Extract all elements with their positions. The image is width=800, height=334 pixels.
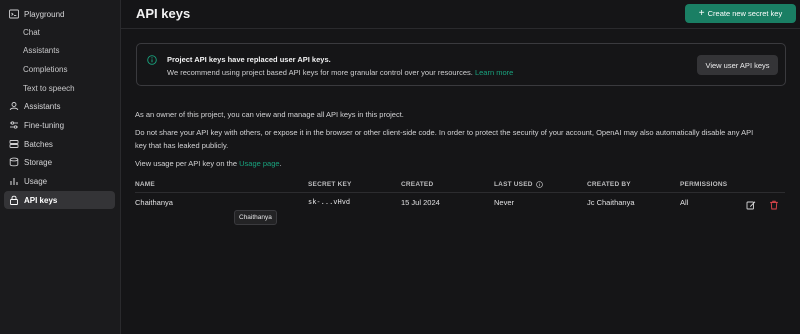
cell-created: 15 Jul 2024 bbox=[401, 198, 440, 207]
lock-icon bbox=[9, 195, 19, 205]
sidebar-item-label: Text to speech bbox=[23, 83, 75, 93]
batches-icon bbox=[9, 139, 19, 149]
sidebar-item-usage[interactable]: Usage bbox=[4, 172, 115, 190]
usage-note-prefix: View usage per API key on the bbox=[135, 159, 238, 168]
sidebar-item-assistants-playground[interactable]: Assistants bbox=[4, 41, 115, 59]
column-header-last-used: LAST USED bbox=[494, 181, 543, 188]
cell-last-used: Never bbox=[494, 198, 515, 207]
security-warning: Do not share your API key with others, o… bbox=[135, 126, 775, 152]
create-secret-key-button[interactable]: + Create new secret key bbox=[685, 4, 796, 23]
column-header-last-used-label: LAST USED bbox=[494, 181, 533, 188]
view-user-api-keys-button[interactable]: View user API keys bbox=[697, 55, 778, 75]
tuning-icon bbox=[9, 120, 19, 130]
sidebar-item-label: Assistants bbox=[23, 45, 60, 55]
sidebar-item-batches[interactable]: Batches bbox=[4, 135, 115, 153]
notice-title: Project API keys have replaced user API … bbox=[167, 55, 331, 64]
main-content: API keys + Create new secret key Project… bbox=[121, 0, 800, 334]
cell-name: Chaithanya bbox=[135, 198, 173, 207]
cell-permissions: All bbox=[680, 198, 689, 207]
column-header-created: CREATED bbox=[401, 181, 434, 188]
usage-page-link[interactable]: Usage page bbox=[239, 159, 279, 168]
sidebar-item-chat[interactable]: Chat bbox=[4, 23, 115, 41]
notice-body-text: We recommend using project based API key… bbox=[167, 68, 473, 77]
sidebar-item-label: Batches bbox=[24, 139, 53, 149]
security-warning-line-1: Do not share your API key with others, o… bbox=[135, 128, 754, 137]
security-warning-line-2: key that has leaked publicly. bbox=[135, 141, 229, 150]
header-divider bbox=[121, 28, 800, 29]
column-header-created-by: CREATED BY bbox=[587, 181, 631, 188]
usage-icon bbox=[9, 176, 19, 186]
assistant-icon bbox=[9, 101, 19, 111]
sidebar-item-label: Playground bbox=[24, 9, 65, 19]
plus-icon: + bbox=[698, 7, 705, 19]
sidebar-item-fine-tuning[interactable]: Fine-tuning bbox=[4, 116, 115, 134]
sidebar-item-storage[interactable]: Storage bbox=[4, 153, 115, 171]
sidebar-item-label: Assistants bbox=[24, 101, 61, 111]
sidebar-item-label: Chat bbox=[23, 27, 40, 37]
table-header-divider bbox=[135, 192, 785, 193]
owner-text: As an owner of this project, you can vie… bbox=[135, 110, 404, 119]
trash-icon bbox=[770, 200, 778, 210]
sidebar-item-label: API keys bbox=[24, 195, 58, 205]
info-icon[interactable] bbox=[535, 181, 543, 188]
info-icon bbox=[147, 55, 157, 65]
notice-banner: Project API keys have replaced user API … bbox=[136, 43, 786, 86]
storage-icon bbox=[9, 157, 19, 167]
sidebar-item-api-keys[interactable]: API keys bbox=[4, 191, 115, 209]
sidebar-item-label: Fine-tuning bbox=[24, 120, 65, 130]
column-header-secret-key: SECRET KEY bbox=[308, 181, 352, 188]
terminal-icon bbox=[9, 9, 19, 19]
sidebar-item-completions[interactable]: Completions bbox=[4, 60, 115, 78]
name-tooltip: Chaithanya bbox=[234, 210, 277, 225]
sidebar-item-label: Storage bbox=[24, 157, 53, 167]
page-title: API keys bbox=[136, 6, 191, 21]
sidebar: Playground Chat Assistants Completions T… bbox=[0, 0, 121, 334]
sidebar-item-label: Completions bbox=[23, 64, 68, 74]
sidebar-item-text-to-speech[interactable]: Text to speech bbox=[4, 79, 115, 97]
usage-note: View usage per API key on the Usage page… bbox=[135, 157, 775, 170]
usage-note-suffix: . bbox=[279, 159, 282, 168]
column-header-name: NAME bbox=[135, 181, 155, 188]
create-secret-key-label: Create new secret key bbox=[707, 9, 783, 18]
sidebar-item-playground[interactable]: Playground bbox=[4, 5, 115, 23]
notice-body: We recommend using project based API key… bbox=[167, 68, 513, 77]
learn-more-link[interactable]: Learn more bbox=[475, 68, 513, 77]
edit-key-button[interactable] bbox=[745, 199, 757, 211]
sidebar-item-label: Usage bbox=[24, 176, 48, 186]
cell-secret-key: sk-...vHvd bbox=[308, 198, 351, 206]
edit-icon bbox=[746, 201, 756, 210]
delete-key-button[interactable] bbox=[768, 199, 780, 211]
sidebar-item-assistants[interactable]: Assistants bbox=[4, 97, 115, 115]
cell-created-by: Jc Chaithanya bbox=[587, 198, 635, 207]
column-header-permissions: PERMISSIONS bbox=[680, 181, 728, 188]
